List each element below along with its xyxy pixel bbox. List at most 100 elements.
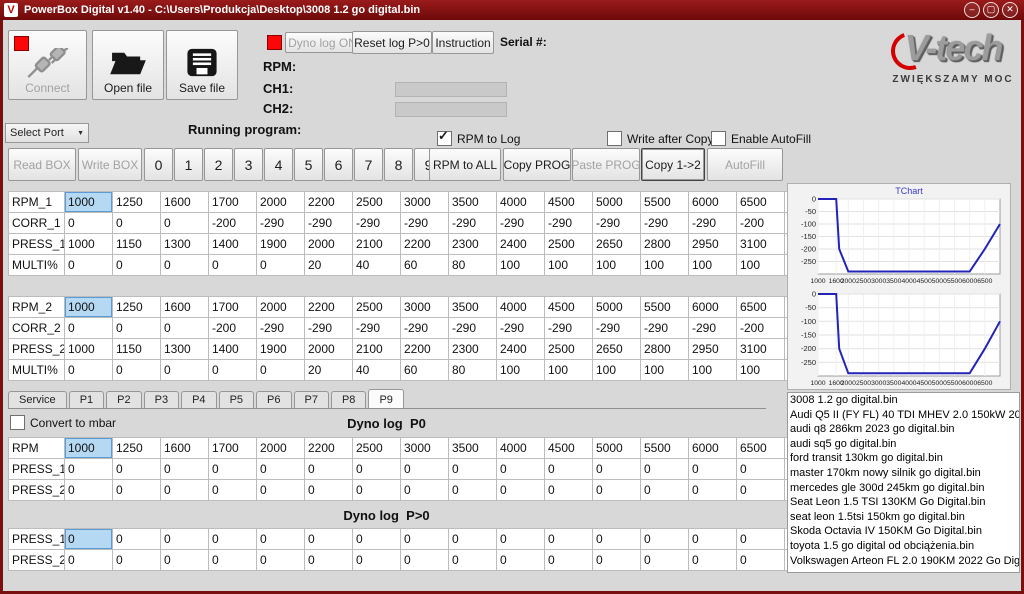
value-cell[interactable]: 20 (305, 255, 353, 276)
instruction-button[interactable]: Instruction (432, 31, 494, 54)
dyno-log-button[interactable]: Dyno log ON (285, 32, 360, 53)
value-cell[interactable]: 3000 (401, 192, 449, 213)
value-cell[interactable]: 2200 (305, 297, 353, 318)
value-cell[interactable]: 40 (353, 255, 401, 276)
value-cell[interactable]: 2200 (401, 234, 449, 255)
value-cell[interactable]: -290 (689, 318, 737, 339)
file-list-item[interactable]: Volkswagen Arteon FL 2.0 190KM 2022 Go D… (788, 554, 1019, 569)
value-cell[interactable]: 6000 (689, 438, 737, 459)
value-cell[interactable]: -290 (305, 318, 353, 339)
value-cell[interactable]: 2100 (353, 339, 401, 360)
value-cell[interactable]: 2100 (353, 234, 401, 255)
value-cell[interactable]: 4000 (497, 438, 545, 459)
value-cell[interactable]: 0 (65, 360, 113, 381)
value-cell[interactable]: 100 (689, 255, 737, 276)
value-cell[interactable]: 0 (257, 255, 305, 276)
digit-button-8[interactable]: 8 (384, 148, 413, 181)
value-cell[interactable]: 0 (641, 550, 689, 571)
write-box-button[interactable]: Write BOX (78, 148, 142, 181)
value-cell[interactable]: -290 (641, 318, 689, 339)
value-cell[interactable]: 1700 (209, 297, 257, 318)
value-cell[interactable]: 5000 (593, 297, 641, 318)
value-cell[interactable]: 4000 (497, 192, 545, 213)
value-cell[interactable]: 0 (641, 459, 689, 480)
value-cell[interactable]: 1150 (113, 234, 161, 255)
value-cell[interactable]: 0 (737, 459, 785, 480)
value-cell[interactable]: 1250 (113, 438, 161, 459)
value-cell[interactable]: 0 (65, 550, 113, 571)
value-cell[interactable]: 0 (161, 550, 209, 571)
value-cell[interactable]: 1000 (65, 297, 113, 318)
value-cell[interactable]: -290 (641, 213, 689, 234)
close-button[interactable]: ✕ (1002, 2, 1018, 18)
value-cell[interactable]: 0 (401, 529, 449, 550)
value-cell[interactable]: 2800 (641, 234, 689, 255)
file-list-item[interactable]: ford transit 130km go digital.bin (788, 451, 1019, 466)
file-list-item[interactable]: audi sq5 go digital.bin (788, 437, 1019, 452)
value-cell[interactable]: 0 (737, 550, 785, 571)
value-cell[interactable]: 0 (161, 255, 209, 276)
value-cell[interactable]: 2500 (353, 192, 401, 213)
enable-autofill-checkbox[interactable]: Enable AutoFill (711, 131, 811, 146)
value-cell[interactable]: 0 (353, 480, 401, 501)
value-cell[interactable]: 2000 (257, 297, 305, 318)
value-cell[interactable]: 100 (593, 360, 641, 381)
value-cell[interactable]: 0 (113, 480, 161, 501)
value-cell[interactable]: 3500 (449, 438, 497, 459)
value-cell[interactable]: 0 (545, 550, 593, 571)
value-cell[interactable]: 0 (689, 550, 737, 571)
write-after-copy-checkbox[interactable]: Write after Copy (607, 131, 713, 146)
port-select[interactable]: Select Port ▼ (5, 123, 89, 143)
value-cell[interactable]: 1250 (113, 192, 161, 213)
value-cell[interactable]: 3500 (449, 192, 497, 213)
tab-p9[interactable]: P9 (368, 389, 403, 408)
value-cell[interactable]: 0 (65, 213, 113, 234)
digit-button-7[interactable]: 7 (354, 148, 383, 181)
value-cell[interactable]: 100 (497, 360, 545, 381)
rpm-to-all-button[interactable]: RPM to ALL (429, 148, 501, 181)
value-cell[interactable]: 3000 (401, 297, 449, 318)
value-cell[interactable]: 40 (353, 360, 401, 381)
value-cell[interactable]: 100 (593, 255, 641, 276)
value-cell[interactable]: -200 (737, 318, 785, 339)
digit-button-2[interactable]: 2 (204, 148, 233, 181)
value-cell[interactable]: 100 (737, 255, 785, 276)
value-cell[interactable]: 2200 (401, 339, 449, 360)
value-cell[interactable]: 0 (161, 360, 209, 381)
value-cell[interactable]: 0 (497, 529, 545, 550)
tab-p3[interactable]: P3 (144, 391, 179, 408)
value-cell[interactable]: 0 (641, 480, 689, 501)
value-cell[interactable]: 0 (593, 550, 641, 571)
autofill-button[interactable]: AutoFill (707, 148, 783, 181)
value-cell[interactable]: 2000 (305, 234, 353, 255)
value-cell[interactable]: 0 (65, 459, 113, 480)
digit-button-1[interactable]: 1 (174, 148, 203, 181)
value-cell[interactable]: -290 (545, 318, 593, 339)
value-cell[interactable]: 1600 (161, 438, 209, 459)
value-cell[interactable]: 2800 (641, 339, 689, 360)
value-cell[interactable]: 0 (545, 480, 593, 501)
value-cell[interactable]: 100 (545, 255, 593, 276)
title-bar[interactable]: V PowerBox Digital v1.40 - C:\Users\Prod… (0, 0, 1024, 20)
value-cell[interactable]: 0 (305, 480, 353, 501)
copy-1-to-2-button[interactable]: Copy 1->2 (641, 148, 705, 181)
file-list-item[interactable]: Seat Leon 1.5 TSI 130KM Go Digital.bin (788, 495, 1019, 510)
tab-p7[interactable]: P7 (294, 391, 329, 408)
value-cell[interactable]: 1000 (65, 438, 113, 459)
value-cell[interactable]: 1300 (161, 339, 209, 360)
value-cell[interactable]: 100 (641, 255, 689, 276)
value-cell[interactable]: 0 (65, 529, 113, 550)
value-cell[interactable]: 6000 (689, 192, 737, 213)
copy-prog-button[interactable]: Copy PROG (503, 148, 571, 181)
value-cell[interactable]: 0 (65, 255, 113, 276)
value-cell[interactable]: -290 (593, 213, 641, 234)
value-cell[interactable]: -290 (353, 318, 401, 339)
value-cell[interactable]: 60 (401, 360, 449, 381)
value-cell[interactable]: 0 (113, 213, 161, 234)
value-cell[interactable]: 100 (497, 255, 545, 276)
value-cell[interactable]: 0 (65, 318, 113, 339)
value-cell[interactable]: 4500 (545, 297, 593, 318)
file-list-item[interactable]: seat leon 1.5tsi 150km go digital.bin (788, 510, 1019, 525)
value-cell[interactable]: 0 (401, 480, 449, 501)
file-list-item[interactable]: master 170km nowy silnik go digital.bin (788, 466, 1019, 481)
